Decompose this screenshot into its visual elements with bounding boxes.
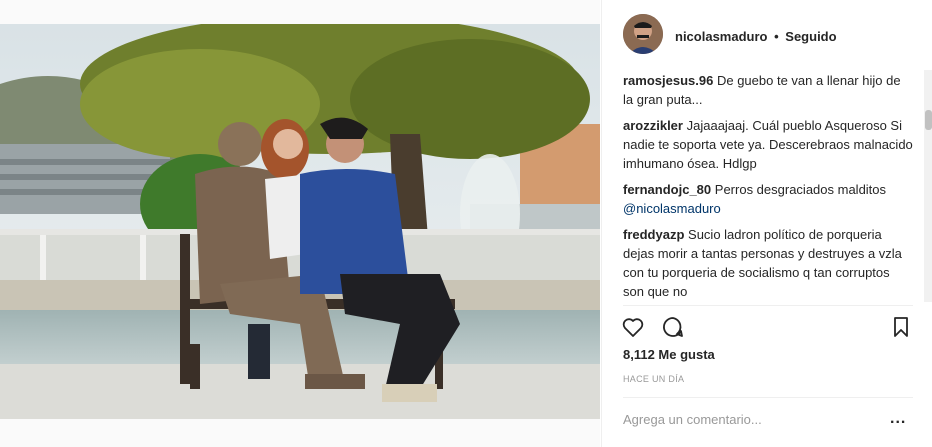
follow-status-button[interactable]: Seguido xyxy=(785,29,836,44)
more-options-icon[interactable]: ... xyxy=(890,411,906,427)
bookmark-icon[interactable] xyxy=(887,313,915,341)
comment-scrollbar-track[interactable] xyxy=(924,70,932,302)
comment-item: freddyazp Sucio ladron político de porqu… xyxy=(623,225,913,301)
post-sidebar: nicolasmaduro • Seguido ramosjesus.96 De… xyxy=(601,0,932,447)
comment-input[interactable]: Agrega un comentario... xyxy=(623,412,762,427)
comment-username[interactable]: arozzikler xyxy=(623,118,683,133)
comment-item: arozzikler Jajaaajaaj. Cuál pueblo Asque… xyxy=(623,116,913,173)
comment-item: ramosjesus.96 De guebo te van a llenar h… xyxy=(623,71,913,109)
divider xyxy=(623,397,913,398)
top-strip xyxy=(0,0,600,24)
post-timestamp[interactable]: HACE UN DÍA xyxy=(623,374,684,384)
post-photo[interactable] xyxy=(0,24,600,419)
like-count[interactable]: 8,112 Me gusta xyxy=(623,347,715,362)
comment-item: fernandojc_80 Perros desgraciados maldit… xyxy=(623,180,913,218)
comment-scrollbar-thumb[interactable] xyxy=(925,110,932,130)
divider xyxy=(623,305,913,306)
post-image-illustration xyxy=(0,24,600,419)
post-header: nicolasmaduro • Seguido xyxy=(602,0,932,71)
comment-username[interactable]: freddyazp xyxy=(623,227,684,242)
post-username[interactable]: nicolasmaduro xyxy=(675,29,767,44)
bottom-strip xyxy=(0,419,600,447)
comment-list: ramosjesus.96 De guebo te van a llenar h… xyxy=(623,71,913,301)
comment-username[interactable]: fernandojc_80 xyxy=(623,182,711,197)
heart-icon[interactable] xyxy=(619,313,647,341)
comment-username[interactable]: ramosjesus.96 xyxy=(623,73,713,88)
comment-icon[interactable] xyxy=(659,313,687,341)
comment-mention-link[interactable]: @nicolasmaduro xyxy=(623,201,721,216)
avatar[interactable] xyxy=(623,14,663,54)
comment-text: Perros desgraciados malditos xyxy=(714,182,887,197)
separator-dot: • xyxy=(774,29,779,44)
action-bar xyxy=(622,313,915,341)
